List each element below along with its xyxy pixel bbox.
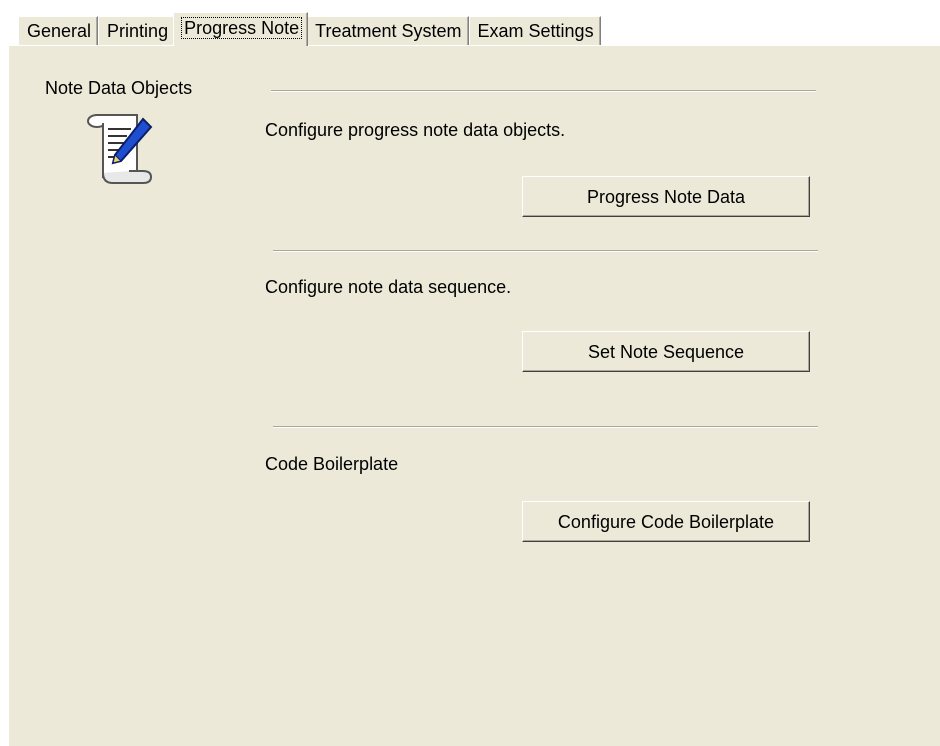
configure-code-boilerplate-button[interactable]: Configure Code Boilerplate <box>522 501 810 542</box>
group-description: Configure progress note data objects. <box>265 120 566 140</box>
group-description: Code Boilerplate <box>265 454 399 474</box>
progress-note-data-button[interactable]: Progress Note Data <box>522 176 810 217</box>
section-title: Note Data Objects <box>45 78 193 98</box>
group-description: Configure note data sequence. <box>265 277 512 297</box>
progress-note-panel: Note Data Objects Configure progress not… <box>8 45 940 746</box>
options-dialog: General Printing Progress Note Treatment… <box>0 0 940 746</box>
tab-treatment-system[interactable]: Treatment System <box>306 16 469 46</box>
separator <box>271 90 816 92</box>
scroll-pen-icon <box>87 114 153 184</box>
tab-printing[interactable]: Printing <box>98 16 176 46</box>
tab-label: Progress Note <box>181 17 303 39</box>
tab-label: General <box>27 21 92 41</box>
set-note-sequence-button[interactable]: Set Note Sequence <box>522 331 810 372</box>
tab-general[interactable]: General <box>18 16 99 46</box>
tab-label: Treatment System <box>315 21 462 41</box>
tab-progress-note[interactable]: Progress Note <box>173 12 309 46</box>
separator <box>273 426 818 428</box>
separator <box>273 250 818 252</box>
tab-label: Printing <box>107 21 169 41</box>
tab-exam-settings[interactable]: Exam Settings <box>468 16 601 46</box>
tab-strip: General Printing Progress Note Treatment… <box>18 12 601 46</box>
tab-label: Exam Settings <box>477 21 594 41</box>
